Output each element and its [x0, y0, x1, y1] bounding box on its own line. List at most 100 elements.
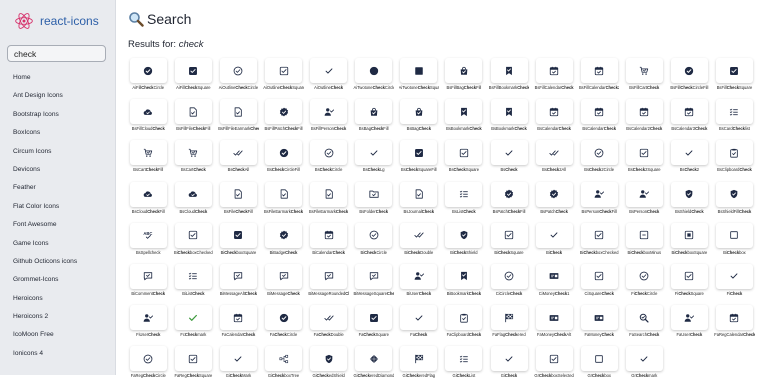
- icon-card[interactable]: ABC BsSpellcheck: [128, 222, 169, 255]
- icon-tile[interactable]: [535, 58, 573, 83]
- icon-tile[interactable]: [129, 305, 167, 331]
- icon-card[interactable]: FaCheck: [399, 305, 440, 337]
- icon-tile[interactable]: [490, 222, 528, 248]
- icon-card[interactable]: BiCheckSquare: [489, 222, 530, 255]
- icon-tile[interactable]: [219, 99, 257, 125]
- sidebar-item-github-octicons-icons[interactable]: Github Octicons icons: [13, 255, 77, 273]
- icon-card[interactable]: GiCheckeredFlag: [399, 346, 440, 378]
- sidebar-item-circum-icons[interactable]: Circum Icons: [13, 145, 77, 163]
- icon-card[interactable]: BiBookmarkCheck: [444, 263, 485, 296]
- icon-tile[interactable]: [445, 181, 483, 207]
- icon-tile[interactable]: [174, 140, 212, 166]
- sidebar-item-ant-design-icons[interactable]: Ant Design Icons: [13, 89, 77, 107]
- icon-card[interactable]: BsJournalCheck: [399, 181, 440, 214]
- icon-card[interactable]: GiCheckedShield: [308, 346, 349, 378]
- icon-card[interactable]: BsBookmarkCheck: [489, 99, 530, 131]
- icon-card[interactable]: BsPatchCheck: [534, 181, 575, 214]
- icon-card[interactable]: BiCheckboxSquare: [669, 222, 710, 255]
- icon-tile[interactable]: [715, 305, 753, 331]
- icon-tile[interactable]: [400, 140, 438, 166]
- icon-tile[interactable]: [129, 99, 167, 125]
- icon-tile[interactable]: [445, 140, 483, 166]
- icon-tile[interactable]: [355, 222, 393, 248]
- icon-card[interactable]: FaUserCheck: [669, 305, 710, 337]
- icon-tile[interactable]: [445, 99, 483, 125]
- icon-card[interactable]: BiBadgeCheck: [263, 222, 304, 255]
- icon-tile[interactable]: [219, 140, 257, 166]
- icon-tile[interactable]: [535, 222, 573, 248]
- icon-tile[interactable]: [715, 99, 753, 125]
- icon-tile[interactable]: [670, 58, 708, 83]
- icon-tile[interactable]: [129, 346, 167, 372]
- icon-tile[interactable]: [445, 58, 483, 83]
- icon-tile[interactable]: [490, 346, 528, 372]
- icon-tile[interactable]: [625, 222, 663, 248]
- icon-tile[interactable]: [355, 305, 393, 331]
- icon-card[interactable]: BsCheckLg: [353, 140, 394, 172]
- icon-card[interactable]: GiCheck: [489, 346, 530, 378]
- icon-tile[interactable]: [219, 263, 257, 289]
- icon-card[interactable]: BsShieldCheck: [669, 181, 710, 214]
- icon-card[interactable]: CiCircleCheck: [489, 263, 530, 296]
- icon-card[interactable]: BsPersonCheckFill: [579, 181, 620, 214]
- icon-card[interactable]: FaFlagCheckered: [489, 305, 530, 337]
- icon-tile[interactable]: [580, 222, 618, 248]
- sidebar-item-game-icons[interactable]: Game Icons: [13, 237, 77, 255]
- icon-tile[interactable]: [580, 181, 618, 207]
- icon-card[interactable]: BsPatchCheckFill: [489, 181, 530, 214]
- icon-card[interactable]: BsFileEarmarkCheck: [308, 181, 349, 214]
- icon-card[interactable]: FiCheckCircle: [624, 263, 665, 296]
- icon-card[interactable]: BsFillCheckSquare: [714, 58, 755, 90]
- icon-card[interactable]: BsCheckSquare: [444, 140, 485, 172]
- icon-card[interactable]: BsPersonCheck: [624, 181, 665, 214]
- icon-tile[interactable]: [580, 263, 618, 289]
- logo[interactable]: react-icons: [14, 10, 99, 32]
- icon-tile[interactable]: [400, 305, 438, 331]
- sidebar-item-flat-color-icons[interactable]: Flat Color Icons: [13, 200, 77, 218]
- icon-tile[interactable]: [535, 140, 573, 166]
- icon-card[interactable]: FaClipboardCheck: [444, 305, 485, 337]
- icon-tile[interactable]: [670, 305, 708, 331]
- icon-tile[interactable]: [715, 140, 753, 166]
- icon-tile[interactable]: [174, 222, 212, 248]
- icon-tile[interactable]: [580, 58, 618, 83]
- icon-card[interactable]: BsCheckCircleFill: [263, 140, 304, 172]
- icon-card[interactable]: BsFillFileCheckFill: [173, 99, 214, 131]
- icon-card[interactable]: GiCheckList: [444, 346, 485, 378]
- icon-tile[interactable]: [310, 222, 348, 248]
- icon-card[interactable]: BsFillCartCheck: [624, 58, 665, 90]
- icon-tile[interactable]: [129, 140, 167, 166]
- sidebar-item-heroicons[interactable]: Heroicons: [13, 292, 77, 310]
- icon-card[interactable]: FaCalendarCheck: [218, 305, 259, 337]
- icon-card[interactable]: BsFillBagCheckFill: [444, 58, 485, 90]
- icon-card[interactable]: BsCloudCheckFill: [128, 181, 169, 214]
- icon-tile[interactable]: [174, 58, 212, 83]
- sidebar-item-grommet-icons[interactable]: Grommet-Icons: [13, 273, 77, 291]
- icon-card[interactable]: GiCheckboxTree: [263, 346, 304, 378]
- icon-card[interactable]: BsCartCheck: [173, 140, 214, 172]
- icon-tile[interactable]: [445, 263, 483, 289]
- icon-card[interactable]: BsFileEarmarkCheck: [263, 181, 304, 214]
- icon-card[interactable]: BsCartCheckFill: [128, 140, 169, 172]
- icon-card[interactable]: BsCheck2: [669, 140, 710, 172]
- icon-card[interactable]: BsBookmarkCheck: [444, 99, 485, 131]
- icon-tile[interactable]: ABC: [129, 222, 167, 248]
- icon-card[interactable]: BiMessageAltCheck: [218, 263, 259, 296]
- icon-card[interactable]: BiMessageCheck: [263, 263, 304, 296]
- icon-tile[interactable]: [219, 58, 257, 83]
- icon-tile[interactable]: [490, 140, 528, 166]
- icon-card[interactable]: BsCalendarCheck: [534, 99, 575, 131]
- icon-tile[interactable]: [670, 222, 708, 248]
- icon-card[interactable]: AiTwotoneCheckCircle: [353, 58, 394, 90]
- sidebar-item-icomoon-free[interactable]: IcoMoon Free: [13, 328, 77, 346]
- icon-card[interactable]: FaSearchCheck: [624, 305, 665, 337]
- icon-tile[interactable]: [355, 99, 393, 125]
- icon-card[interactable]: FaRegCheckCircle: [128, 346, 169, 378]
- icon-card[interactable]: BsCheckCircle: [308, 140, 349, 172]
- icon-card[interactable]: FaCheckDouble: [308, 305, 349, 337]
- icon-tile[interactable]: [670, 140, 708, 166]
- icon-tile[interactable]: [265, 222, 303, 248]
- icon-tile[interactable]: [400, 58, 438, 83]
- icon-tile[interactable]: [219, 181, 257, 207]
- icon-tile[interactable]: [310, 263, 348, 289]
